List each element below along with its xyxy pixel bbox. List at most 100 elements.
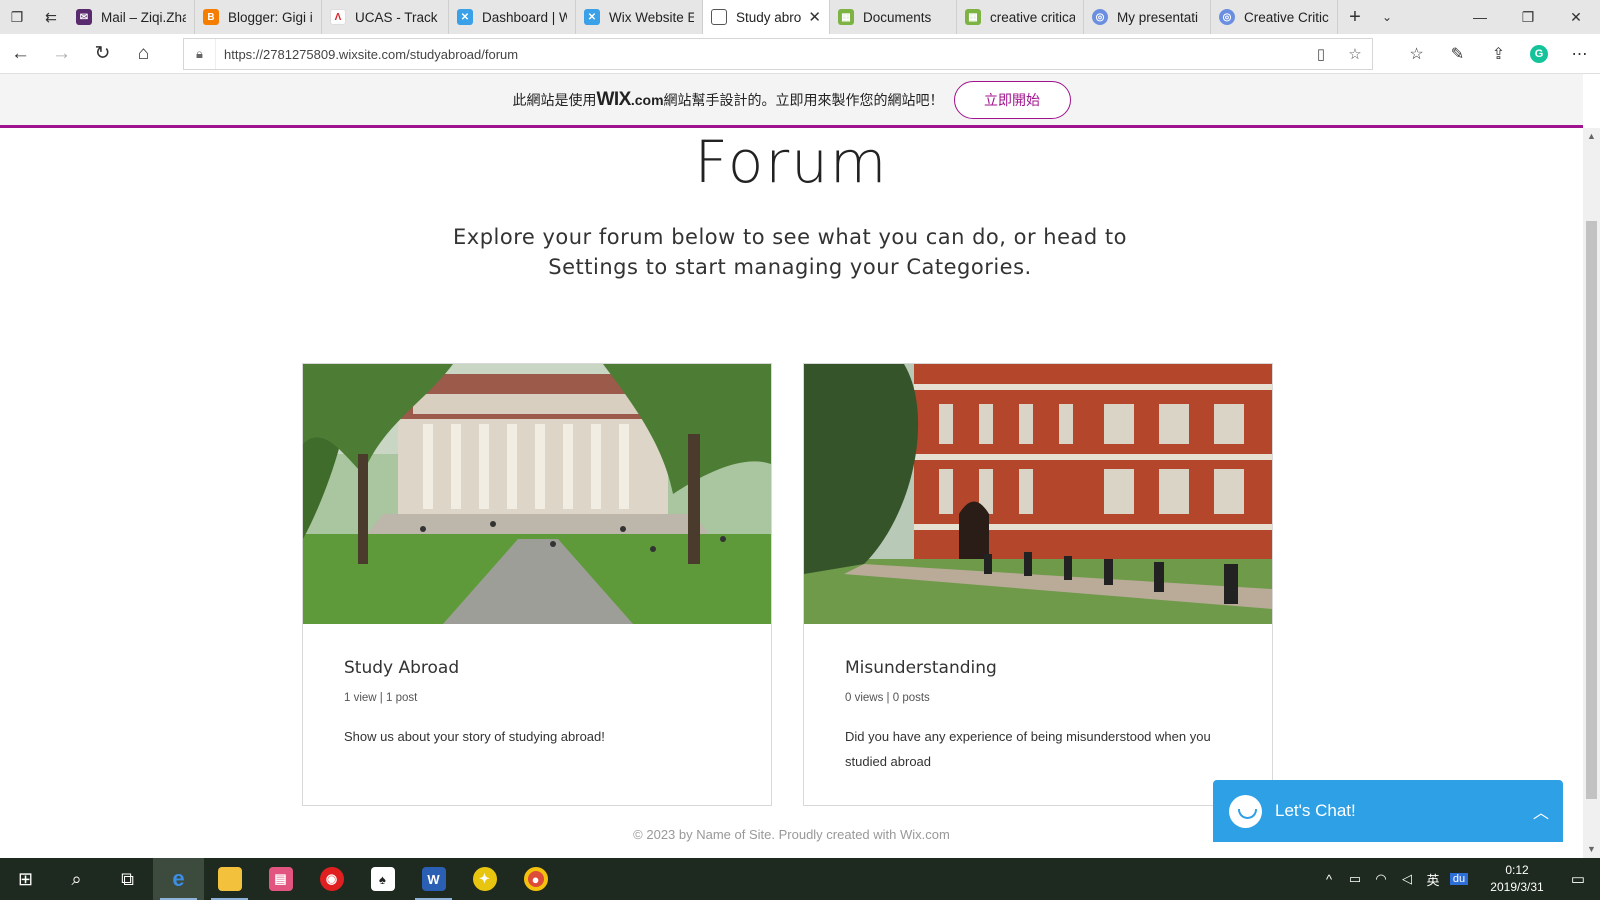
category-name[interactable]: Study Abroad	[344, 658, 459, 678]
browser-tab-documents[interactable]: ▦ Documents	[830, 0, 957, 34]
refresh-icon[interactable]: ↻	[82, 34, 123, 74]
task-view-icon[interactable]: ⧉	[102, 858, 153, 900]
tab-title: creative critica	[990, 9, 1075, 25]
chevron-up-icon[interactable]: ^	[1316, 872, 1342, 887]
category-card-study-abroad[interactable]: Study Abroad 1 view | 1 post Show us abo…	[302, 363, 772, 806]
home-icon[interactable]: ⌂	[123, 34, 164, 74]
netease-music-taskbar-icon[interactable]: ◉	[306, 858, 357, 900]
word-taskbar-icon[interactable]: W	[408, 858, 459, 900]
browser-tab-creative-critical[interactable]: ▦ creative critica	[957, 0, 1084, 34]
tab-title: My presentati	[1117, 9, 1199, 25]
system-clock[interactable]: 0:12 2019/3/31	[1478, 862, 1556, 896]
restore-icon[interactable]: ❐	[1504, 0, 1552, 34]
browser-right-tools: ☆ ✎ ⇪ G ⋯	[1396, 34, 1600, 74]
search-icon[interactable]: ⌕	[51, 858, 102, 900]
cards-icon: ♠	[370, 867, 395, 891]
set-aside-tabs-icon[interactable]: ⇇	[34, 0, 68, 34]
scroll-up-icon[interactable]: ▲	[1583, 128, 1600, 145]
tab-title: Creative Critic	[1244, 9, 1329, 25]
tab-title: Dashboard | W	[482, 9, 567, 25]
category-stats: 0 views | 0 posts	[845, 692, 930, 704]
browser-tab-mail[interactable]: ✉ Mail – Ziqi.Zha	[68, 0, 195, 34]
chevron-down-icon[interactable]: ⌄	[1372, 0, 1402, 34]
chrome-taskbar-icon[interactable]: ●	[510, 858, 561, 900]
globe-icon: ◎	[1219, 9, 1235, 25]
wifi-icon[interactable]: ◠	[1368, 871, 1394, 887]
wix-icon: ✕	[584, 9, 600, 25]
page-subtitle: Explore your forum below to see what you…	[440, 222, 1140, 282]
category-description: Did you have any experience of being mis…	[845, 729, 1211, 769]
campus-photo	[303, 364, 771, 624]
scroll-down-icon[interactable]: ▼	[1583, 841, 1600, 858]
browser-tab-wix-dashboard[interactable]: ✕ Dashboard | W	[449, 0, 576, 34]
share-icon[interactable]: ⇪	[1478, 34, 1519, 74]
close-tab-icon[interactable]: ✕	[808, 8, 821, 26]
subtitle-line: Settings to start managing your Categori…	[548, 255, 1032, 279]
category-image-harvard-library[interactable]	[303, 364, 771, 624]
address-bar[interactable]: 🔒︎ https://2781275809.wixsite.com/studya…	[183, 38, 1373, 70]
netease-music-icon: ◉	[319, 867, 344, 891]
bilibili-taskbar-icon[interactable]: ▤	[255, 858, 306, 900]
mail-icon: ✉	[76, 9, 92, 25]
clock-time: 0:12	[1505, 863, 1529, 877]
category-description: Show us about your story of studying abr…	[344, 729, 605, 744]
app-taskbar-icon[interactable]: ✦	[459, 858, 510, 900]
cards-game-taskbar-icon[interactable]: ♠	[357, 858, 408, 900]
more-menu-icon[interactable]: ⋯	[1559, 34, 1600, 74]
back-icon[interactable]: ←	[0, 34, 41, 74]
tab-preview-icon[interactable]: ❐	[0, 0, 34, 34]
lock-icon[interactable]: 🔒︎	[184, 39, 216, 69]
file-explorer-taskbar-icon[interactable]	[204, 858, 255, 900]
volume-icon[interactable]: ◁	[1394, 871, 1420, 887]
tab-title: Wix Website E	[609, 9, 694, 25]
category-stats: 1 view | 1 post	[344, 692, 418, 704]
chat-widget[interactable]: Let's Chat! ︿	[1213, 780, 1563, 842]
chevron-up-icon[interactable]: ︿	[1519, 799, 1563, 823]
favorites-hub-icon[interactable]: ☆	[1396, 34, 1437, 74]
tab-title: UCAS - Track	[355, 9, 438, 25]
browser-tab-my-presentation[interactable]: ◎ My presentati	[1084, 0, 1211, 34]
promo-text-post: 網站幫手設計的。立即用來製作您的網站吧！	[663, 91, 944, 108]
browser-tab-creative-critic[interactable]: ◎ Creative Critic	[1211, 0, 1338, 34]
category-card-misunderstanding[interactable]: Misunderstanding 0 views | 0 posts Did y…	[803, 363, 1273, 806]
page-title: Forum	[694, 128, 889, 196]
favorite-star-icon[interactable]: ☆	[1338, 45, 1372, 63]
minimize-icon[interactable]: —	[1456, 0, 1504, 34]
category-name[interactable]: Misunderstanding	[845, 658, 997, 678]
new-tab-icon[interactable]: +	[1338, 0, 1372, 34]
close-window-icon[interactable]: ✕	[1552, 0, 1600, 34]
docs-icon: ▦	[838, 9, 854, 25]
web-note-icon[interactable]: ✎	[1437, 34, 1478, 74]
browser-tab-wix-editor[interactable]: ✕ Wix Website E	[576, 0, 703, 34]
tab-title: Documents	[863, 9, 932, 25]
browser-tab-blogger[interactable]: B Blogger: Gigi i	[195, 0, 322, 34]
browser-tab-ucas[interactable]: Λ UCAS - Track	[322, 0, 449, 34]
wix-promo-banner: 此網站是使用WIX.com網站幫手設計的。立即用來製作您的網站吧！ 立即開始	[0, 74, 1583, 128]
baidu-input-icon[interactable]: du	[1450, 873, 1468, 885]
edge-taskbar-icon[interactable]: e	[153, 858, 204, 900]
browser-toolbar: ← → ↻ ⌂ 🔒︎ https://2781275809.wixsite.co…	[0, 34, 1600, 74]
app-icon: ✦	[472, 867, 497, 891]
windows-start-icon[interactable]: ⊞	[0, 858, 51, 900]
page-scrollbar[interactable]: ▲ ▼	[1583, 128, 1600, 858]
edge-icon: e	[172, 866, 185, 891]
browser-tab-study-abroad[interactable]: Study abro ✕	[703, 0, 830, 34]
tab-title: Mail – Ziqi.Zha	[101, 9, 186, 25]
windows-taskbar: ⊞ ⌕ ⧉ e ▤ ◉ ♠ W ✦ ● ^ ▭ ◠ ◁ 英 du 0:12 20…	[0, 858, 1600, 900]
reading-view-icon[interactable]: ▯	[1304, 45, 1338, 63]
battery-icon[interactable]: ▭	[1342, 871, 1368, 887]
url-text[interactable]: https://2781275809.wixsite.com/studyabro…	[216, 47, 1304, 62]
bilibili-icon: ▤	[268, 867, 293, 891]
start-now-button[interactable]: 立即開始	[953, 80, 1071, 119]
scrollbar-thumb[interactable]	[1586, 221, 1597, 799]
category-image-red-brick-college[interactable]	[804, 364, 1272, 624]
chat-label[interactable]: Let's Chat!	[1275, 801, 1519, 821]
tab-title: Blogger: Gigi i	[228, 9, 313, 25]
input-language[interactable]: 英	[1420, 870, 1446, 889]
grammarly-extension-icon[interactable]: G	[1530, 45, 1548, 63]
globe-icon: ◎	[1092, 9, 1108, 25]
wix-logo: WIX	[596, 88, 631, 110]
notification-center-icon[interactable]: ▭	[1556, 870, 1600, 888]
window-controls: — ❐ ✕	[1456, 0, 1600, 34]
forward-icon[interactable]: →	[41, 34, 82, 74]
